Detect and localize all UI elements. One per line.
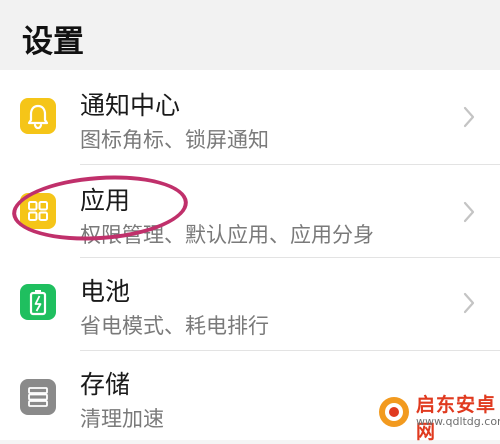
settings-item-subtitle: 清理加速 bbox=[80, 407, 164, 431]
settings-item-label: 通知中心 bbox=[80, 91, 181, 120]
settings-item-subtitle: 省电模式、耗电排行 bbox=[80, 314, 269, 338]
settings-item-subtitle: 图标角标、锁屏通知 bbox=[80, 128, 269, 152]
chevron-right-icon bbox=[462, 106, 476, 132]
chevron-right-icon bbox=[462, 292, 476, 318]
watermark-logo-icon bbox=[379, 397, 409, 427]
battery-icon bbox=[20, 284, 56, 320]
settings-item-label: 电池 bbox=[80, 277, 131, 306]
settings-list: 通知中心 图标角标、锁屏通知 应用 权限管理、默认应用、应用分身 电池 省电模式… bbox=[0, 70, 500, 440]
settings-item-notifications[interactable]: 通知中心 图标角标、锁屏通知 bbox=[0, 70, 500, 162]
settings-item-label: 存储 bbox=[80, 370, 131, 399]
watermark-url: www.qdltdg.com bbox=[416, 415, 500, 428]
notification-bell-icon bbox=[20, 98, 56, 134]
chevron-right-icon bbox=[462, 201, 476, 227]
storage-icon bbox=[20, 379, 56, 415]
page-title: 设置 bbox=[22, 24, 84, 60]
watermark: 启东安卓网 www.qdltdg.com bbox=[376, 388, 500, 443]
app-header: 设置 bbox=[0, 0, 500, 70]
settings-item-battery[interactable]: 电池 省电模式、耗电排行 bbox=[0, 258, 500, 350]
